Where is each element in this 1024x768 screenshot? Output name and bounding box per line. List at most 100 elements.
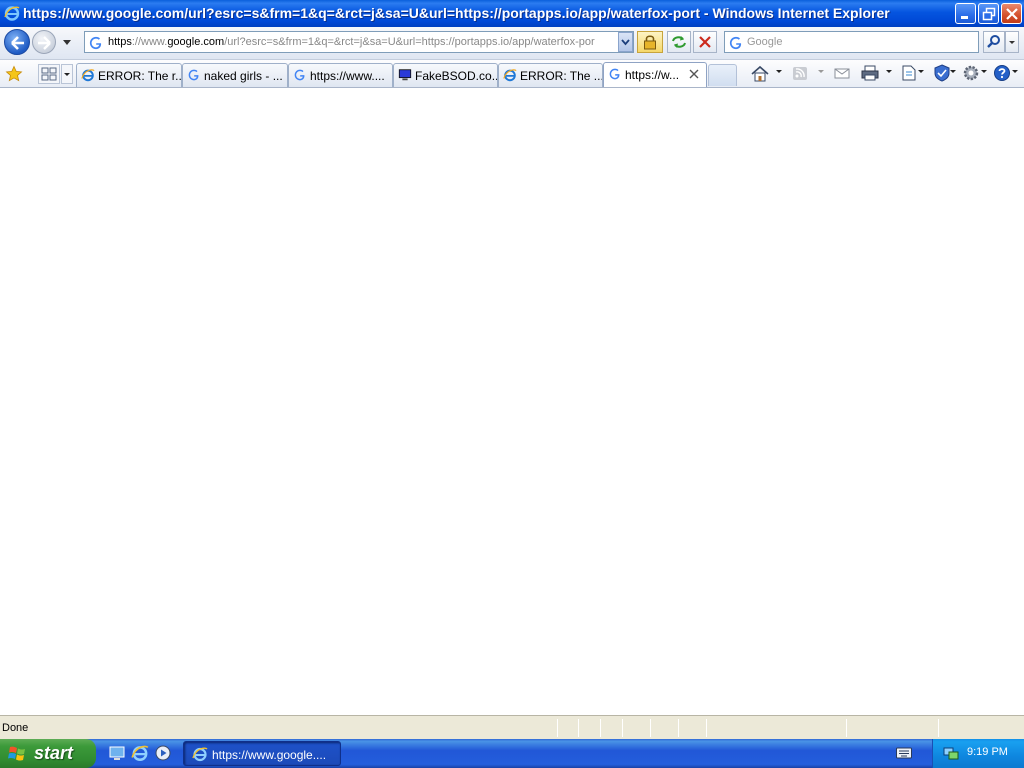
tab-active[interactable]: https://w... (603, 62, 707, 87)
search-box[interactable]: Google (724, 31, 979, 53)
refresh-icon (672, 36, 686, 48)
taskbar-ie-window[interactable]: https://www.google.... (183, 741, 341, 766)
mail-icon (834, 68, 850, 79)
status-divider (706, 719, 707, 737)
tab-1[interactable]: ERROR: The r... (76, 63, 182, 87)
keyboard-icon[interactable] (896, 747, 912, 759)
title-bar: https://www.google.com/url?esrc=s&frm=1&… (0, 0, 1024, 27)
google-icon (188, 69, 199, 81)
status-divider (578, 719, 579, 737)
chevron-down-icon (1009, 41, 1015, 44)
tab-close-icon[interactable] (688, 67, 700, 81)
restore-button[interactable] (978, 3, 999, 24)
back-button[interactable] (4, 29, 30, 55)
help-dropdown[interactable] (1012, 70, 1018, 73)
quick-tabs-button[interactable] (38, 64, 60, 84)
security-report-button[interactable] (637, 31, 663, 53)
tab-list-dropdown[interactable] (61, 64, 73, 84)
new-tab-button[interactable] (708, 64, 737, 86)
quick-tabs-icon (41, 67, 57, 81)
ie-icon (4, 6, 20, 21)
stop-button[interactable] (693, 31, 717, 53)
status-divider (600, 719, 601, 737)
taskbar-item-label: https://www.google.... (212, 748, 327, 762)
read-mail-button[interactable] (833, 64, 851, 84)
minimize-button[interactable] (955, 3, 976, 24)
status-bar: Done (0, 715, 1024, 739)
address-bar[interactable]: https://www.google.com/url?esrc=s&frm=1&… (84, 31, 634, 53)
page-icon (902, 65, 916, 81)
printer-icon (861, 65, 879, 81)
google-icon (609, 68, 620, 80)
page-content[interactable] (0, 88, 1024, 715)
status-divider (678, 719, 679, 737)
home-icon (751, 65, 769, 82)
print-dropdown[interactable] (886, 70, 892, 73)
favorites-star-icon[interactable] (5, 65, 23, 83)
feeds-button[interactable] (792, 64, 810, 84)
clock: 9:19 PM (967, 746, 1008, 758)
google-icon (729, 36, 742, 50)
tab-label: https://www.... (310, 69, 385, 83)
status-divider (938, 719, 939, 737)
tab-label: ERROR: The ... (520, 69, 603, 83)
tab-label: naked girls - ... (204, 69, 283, 83)
home-dropdown[interactable] (776, 70, 782, 73)
stop-icon (699, 36, 711, 48)
ie-icon (503, 69, 517, 82)
status-text: Done (2, 722, 29, 734)
status-divider (650, 719, 651, 737)
tools-menu-button[interactable] (961, 64, 981, 84)
home-button[interactable] (750, 64, 770, 84)
start-label: start (34, 743, 74, 763)
status-divider (557, 719, 558, 737)
ie-icon (192, 747, 208, 762)
ie-icon (81, 69, 95, 82)
forward-arrow-icon (38, 36, 51, 50)
safety-menu-button[interactable] (932, 64, 952, 84)
status-divider (846, 719, 847, 737)
feeds-dropdown[interactable] (818, 70, 824, 73)
restore-icon (982, 7, 996, 21)
shield-icon (934, 64, 950, 82)
tab-bar: ERROR: The r... naked girls - ... https:… (0, 60, 1024, 88)
tab-3[interactable]: https://www.... (288, 63, 393, 87)
tab-4[interactable]: FakeBSOD.co... (393, 63, 498, 87)
close-icon (1006, 8, 1018, 20)
media-player-icon[interactable] (154, 744, 172, 762)
window-title: https://www.google.com/url?esrc=s&frm=1&… (23, 5, 890, 21)
tab-2[interactable]: naked girls - ... (182, 63, 288, 87)
close-button[interactable] (1001, 3, 1022, 24)
search-placeholder: Google (747, 36, 783, 48)
tab-5[interactable]: ERROR: The ... (498, 63, 603, 87)
print-button[interactable] (860, 64, 880, 84)
ie-icon[interactable] (131, 744, 149, 762)
start-button[interactable]: start (0, 739, 96, 768)
address-dropdown-button[interactable] (618, 32, 633, 52)
help-button[interactable] (992, 64, 1012, 84)
page-dropdown[interactable] (918, 70, 924, 73)
show-desktop-icon[interactable] (108, 744, 126, 762)
search-button[interactable] (983, 31, 1005, 53)
system-tray: 9:19 PM (932, 739, 1024, 768)
windows-logo-icon (8, 746, 25, 761)
recent-pages-dropdown[interactable] (60, 35, 74, 49)
network-icon[interactable] (943, 745, 959, 761)
gear-icon (963, 65, 979, 81)
back-arrow-icon (11, 36, 24, 50)
tab-label: FakeBSOD.co... (415, 69, 498, 83)
search-icon (987, 35, 1000, 48)
status-divider (622, 719, 623, 737)
tab-label: https://w... (625, 68, 680, 82)
tools-dropdown[interactable] (981, 70, 987, 73)
google-icon (89, 36, 102, 50)
navigation-bar: https://www.google.com/url?esrc=s&frm=1&… (0, 27, 1024, 60)
search-options-dropdown[interactable] (1005, 31, 1019, 53)
refresh-button[interactable] (667, 31, 691, 53)
safety-dropdown[interactable] (950, 70, 956, 73)
forward-button[interactable] (32, 30, 56, 54)
monitor-icon (398, 69, 412, 81)
page-menu-button[interactable] (899, 64, 919, 84)
tab-label: ERROR: The r... (98, 69, 182, 83)
taskbar: start https://www.google.... 9:19 PM (0, 739, 1024, 768)
